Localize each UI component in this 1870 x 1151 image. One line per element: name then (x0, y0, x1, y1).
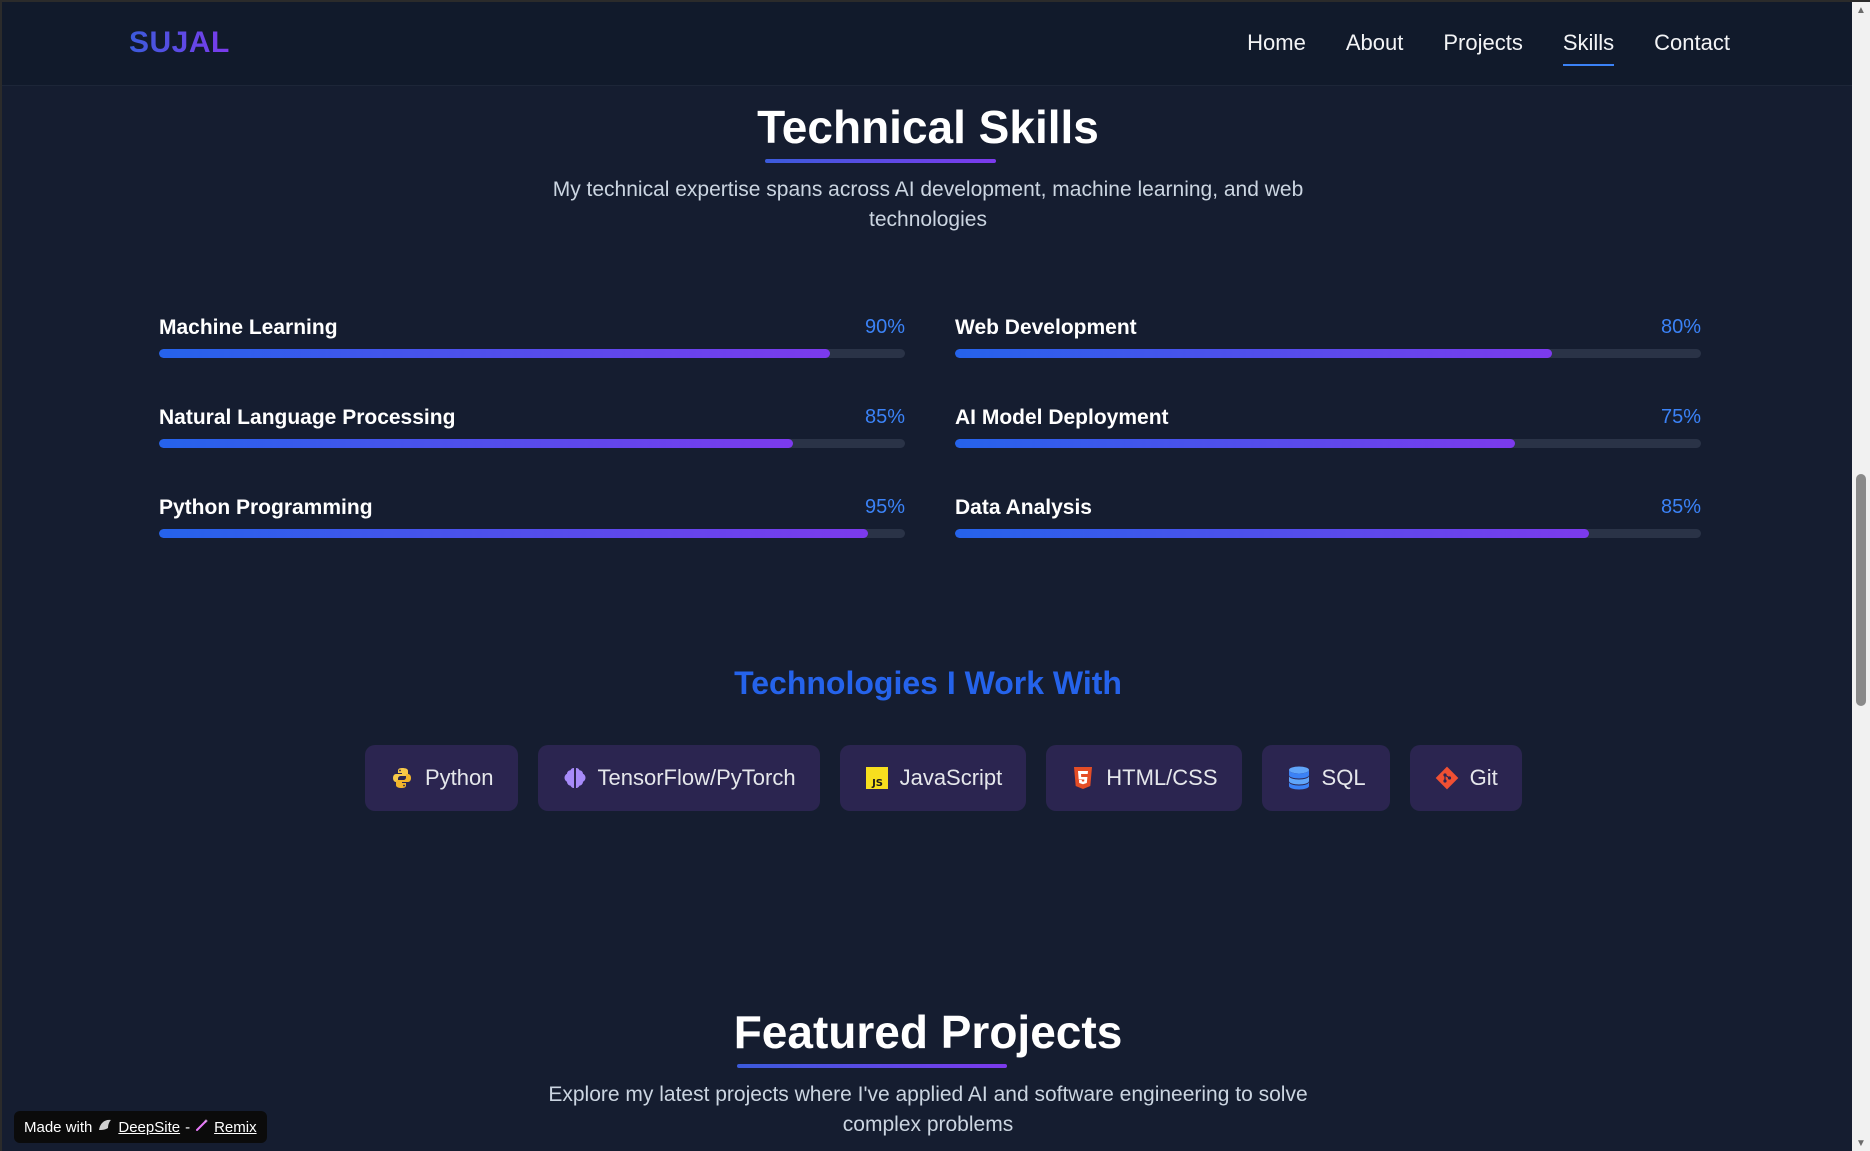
skill-progress-track (955, 439, 1701, 448)
brain-icon (562, 765, 588, 791)
skill-progress-track (955, 529, 1701, 538)
skill-progress-fill (159, 349, 831, 358)
page: SUJAL Home About Projects Skills Contact… (0, 0, 1870, 1151)
tech-label: SQL (1321, 765, 1366, 790)
skill-machine-learning: Machine Learning 90% (159, 316, 905, 376)
skill-nlp: Natural Language Processing 85% (159, 406, 905, 466)
projects-title-underline (737, 1064, 1007, 1068)
skill-progress-fill (955, 529, 1590, 538)
skill-name: Machine Learning (159, 316, 338, 339)
nav-links: Home About Projects Skills Contact (1247, 30, 1730, 66)
projects-subtitle-line2: complex problems (842, 1113, 1014, 1136)
svg-text:JS: JS (871, 778, 883, 789)
skills-title-underline (765, 159, 996, 163)
made-with-badge: Made with DeepSite - Remix (14, 1111, 267, 1143)
skill-python-programming: Python Programming 95% (159, 496, 905, 556)
nav-link-home[interactable]: Home (1247, 30, 1306, 56)
skill-data-analysis: Data Analysis 85% (955, 496, 1701, 556)
tech-label: Git (1469, 765, 1498, 790)
skills-title: Technical Skills (757, 101, 1099, 153)
skill-percent: 95% (864, 496, 905, 518)
projects-subtitle-line1: Explore my latest projects where I've ap… (548, 1083, 1308, 1106)
nav-link-skills[interactable]: Skills (1562, 30, 1615, 66)
javascript-icon: JS (864, 765, 890, 791)
skill-progress-track (955, 349, 1701, 358)
skill-progress-fill (955, 349, 1552, 358)
skills-subtitle: My technical expertise spans across AI d… (2, 175, 1854, 235)
skill-percent: 90% (864, 316, 905, 338)
nav-link-contact[interactable]: Contact (1654, 30, 1730, 56)
scroll-down-arrow-icon[interactable]: ▼ (1852, 1135, 1870, 1151)
nav-link-projects[interactable]: Projects (1443, 30, 1522, 56)
tech-chip-git[interactable]: Git (1409, 745, 1522, 811)
skill-name: Python Programming (159, 496, 373, 519)
git-icon (1434, 765, 1460, 791)
skills-subtitle-line1: My technical expertise spans across AI d… (552, 178, 1304, 201)
skill-name: Data Analysis (955, 496, 1092, 519)
skill-progress-fill (159, 529, 868, 538)
skill-progress-fill (955, 439, 1515, 448)
tech-chip-python[interactable]: Python (365, 745, 518, 811)
html5-icon (1070, 765, 1096, 791)
navbar: SUJAL Home About Projects Skills Contact (2, 2, 1854, 86)
deepsite-link[interactable]: DeepSite (118, 1119, 180, 1136)
skill-progress-track (159, 529, 905, 538)
tech-chip-html-css[interactable]: HTML/CSS (1046, 745, 1242, 811)
skill-percent: 85% (864, 406, 905, 428)
scrollbar-thumb[interactable] (1856, 474, 1866, 706)
site-logo[interactable]: SUJAL (129, 26, 230, 60)
skill-percent: 85% (1660, 496, 1701, 518)
skill-web-development: Web Development 80% (955, 316, 1701, 376)
skills-subtitle-line2: technologies (869, 208, 987, 231)
projects-subtitle: Explore my latest projects where I've ap… (2, 1080, 1854, 1140)
badge-separator: - (185, 1118, 191, 1136)
projects-title: Featured Projects (733, 1006, 1123, 1058)
remix-wand-icon (195, 1118, 209, 1136)
scroll-up-arrow-icon[interactable]: ▲ (1852, 2, 1870, 20)
tech-label: HTML/CSS (1106, 765, 1218, 790)
skill-progress-fill (159, 439, 794, 448)
nav-link-about[interactable]: About (1346, 30, 1404, 56)
skill-progress-track (159, 439, 905, 448)
tech-chip-javascript[interactable]: JS JavaScript (839, 745, 1027, 811)
tech-label: TensorFlow/PyTorch (597, 765, 796, 790)
database-icon (1286, 765, 1312, 791)
skill-percent: 75% (1660, 406, 1701, 428)
skill-name: Natural Language Processing (159, 406, 456, 429)
page-scrollbar[interactable]: ▲ ▼ (1852, 2, 1870, 1151)
skill-name: AI Model Deployment (955, 406, 1169, 429)
tech-chip-sql[interactable]: SQL (1261, 745, 1390, 811)
tech-label: JavaScript (899, 765, 1003, 790)
skill-percent: 80% (1660, 316, 1701, 338)
technologies-title: Technologies I Work With (734, 665, 1122, 701)
remix-link[interactable]: Remix (214, 1119, 257, 1136)
deepsite-logo-icon (97, 1118, 113, 1136)
technologies-list: Python TensorFlow/PyTorch JS JavaScript (365, 745, 1522, 811)
skill-progress-track (159, 349, 905, 358)
skill-name: Web Development (955, 316, 1137, 339)
tech-chip-tensorflow-pytorch[interactable]: TensorFlow/PyTorch (537, 745, 820, 811)
skill-ai-model-deployment: AI Model Deployment 75% (955, 406, 1701, 466)
tech-label: Python (425, 765, 494, 790)
badge-prefix: Made with (24, 1118, 93, 1136)
python-icon (389, 765, 415, 791)
